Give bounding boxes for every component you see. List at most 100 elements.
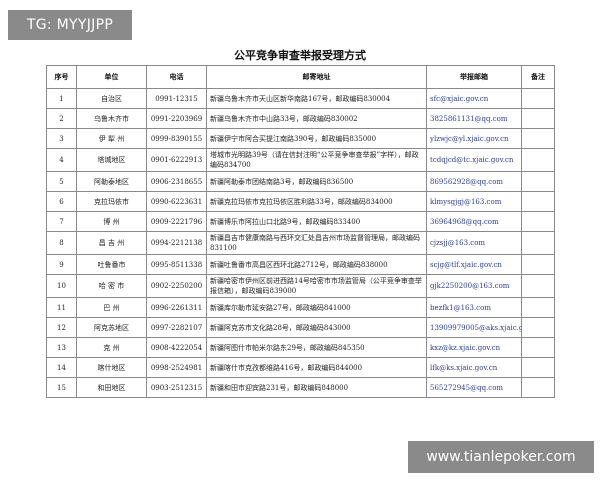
table-row: 8 昌 吉 州 0994-2212138 新疆昌吉市健康南路与西环交汇处昌吉州市… bbox=[46, 231, 555, 255]
row-address: 新疆博乐市阿拉山口北路9号，邮政编码833400 bbox=[206, 211, 427, 232]
row-unit: 博 州 bbox=[76, 211, 147, 232]
row-phone: 0991-2203969 bbox=[146, 108, 207, 129]
row-address: 新疆喀什市克孜都维路416号，邮政编码844000 bbox=[206, 357, 427, 378]
row-unit: 阿勒泰地区 bbox=[76, 171, 147, 192]
row-unit: 昌 吉 州 bbox=[76, 231, 147, 255]
row-unit: 克 州 bbox=[76, 337, 147, 358]
row-phone: 0997-2282107 bbox=[146, 317, 207, 338]
row-note bbox=[521, 211, 555, 232]
header-no: 序号 bbox=[46, 65, 77, 89]
row-no: 8 bbox=[46, 231, 77, 255]
row-address: 新疆乌鲁木齐市天山区新华南路167号，邮政编码830004 bbox=[206, 88, 427, 109]
row-note bbox=[521, 317, 555, 338]
row-email-link[interactable]: 869562928@qq.com bbox=[426, 171, 522, 192]
row-note bbox=[521, 128, 555, 149]
row-phone: 0908-4222054 bbox=[146, 337, 207, 358]
row-email-link[interactable]: 565272945@qq.com bbox=[426, 377, 522, 398]
row-unit: 吐鲁番市 bbox=[76, 254, 147, 275]
row-no: 6 bbox=[46, 191, 77, 212]
row-phone: 0909-2221796 bbox=[146, 211, 207, 232]
row-address: 新疆阿勒泰市团结南路3号，邮政编码836500 bbox=[206, 171, 427, 192]
row-note bbox=[521, 191, 555, 212]
header-unit: 单位 bbox=[76, 65, 147, 89]
row-no: 7 bbox=[46, 211, 77, 232]
row-email-link[interactable]: 13909979005@aks.xjaic.gov.cn bbox=[426, 317, 522, 338]
row-address: 新疆吐鲁番市高昌区西环北路2712号，邮政编码838000 bbox=[206, 254, 427, 275]
table-row: 14 喀什地区 0998-2524981 新疆喀什市克孜都维路416号，邮政编码… bbox=[46, 357, 555, 378]
row-unit: 哈 密 市 bbox=[76, 274, 147, 298]
row-email-link[interactable]: 36964968@qq.com bbox=[426, 211, 522, 232]
table-row: 3 伊 犁 州 0999-8390155 新疆伊宁市阿合买提江南路390号，邮政… bbox=[46, 128, 555, 149]
row-no: 2 bbox=[46, 108, 77, 129]
row-phone: 0903-2512315 bbox=[146, 377, 207, 398]
row-phone: 0995-8511338 bbox=[146, 254, 207, 275]
row-address: 新疆克拉玛依市克拉玛依区胜利路33号，邮政编码834000 bbox=[206, 191, 427, 212]
row-no: 10 bbox=[46, 274, 77, 298]
row-unit: 克拉玛依市 bbox=[76, 191, 147, 212]
row-email-link[interactable]: cjzsjj@163.com bbox=[426, 231, 522, 255]
row-no: 4 bbox=[46, 148, 77, 172]
table-header-row: 序号 单位 电话 邮寄地址 举报邮箱 备注 bbox=[46, 65, 555, 89]
row-email-link[interactable]: kxz@kz.xjaic.gov.cn bbox=[426, 337, 522, 358]
row-note bbox=[521, 148, 555, 172]
row-no: 14 bbox=[46, 357, 77, 378]
table-row: 15 和田地区 0903-2512315 新疆和田市迎宾路231号，邮政编码84… bbox=[46, 377, 555, 398]
row-phone: 0999-8390155 bbox=[146, 128, 207, 149]
row-phone: 0996-2261311 bbox=[146, 297, 207, 318]
row-unit: 乌鲁木齐市 bbox=[76, 108, 147, 129]
row-address: 新疆昌吉市健康南路与西环交汇处昌吉州市场监督管理局，邮政编码831100 bbox=[206, 231, 427, 255]
row-email-link[interactable]: tcdqjcd@tc.xjaic.gov.cn bbox=[426, 148, 522, 172]
row-address: 新疆库尔勒市延安路27号，邮政编码841000 bbox=[206, 297, 427, 318]
row-no: 11 bbox=[46, 297, 77, 318]
row-no: 3 bbox=[46, 128, 77, 149]
row-address: 塔城市光明路39号（请在信封注明“公平竞争审查举报”字样），邮政编码834700 bbox=[206, 148, 427, 172]
row-note bbox=[521, 297, 555, 318]
row-unit: 巴 州 bbox=[76, 297, 147, 318]
row-no: 15 bbox=[46, 377, 77, 398]
row-note bbox=[521, 357, 555, 378]
row-note bbox=[521, 108, 555, 129]
row-no: 13 bbox=[46, 337, 77, 358]
table-row: 9 吐鲁番市 0995-8511338 新疆吐鲁番市高昌区西环北路2712号，邮… bbox=[46, 254, 555, 275]
complaint-table: 序号 单位 电话 邮寄地址 举报邮箱 备注 1 自治区 0991-12315 新… bbox=[46, 65, 555, 398]
table-row: 11 巴 州 0996-2261311 新疆库尔勒市延安路27号，邮政编码841… bbox=[46, 297, 555, 318]
row-address: 新疆哈密市伊州区前进西路14号哈密市市场监管局（公平竞争审查举报信箱），邮政编码… bbox=[206, 274, 427, 298]
row-address: 新疆阿克苏市文化路28号，邮政编码843000 bbox=[206, 317, 427, 338]
row-email-link[interactable]: bezfk1@163.com bbox=[426, 297, 522, 318]
row-email-link[interactable]: ylzwjc@yl.xjaic.gov.cn bbox=[426, 128, 522, 149]
header-email: 举报邮箱 bbox=[426, 65, 522, 89]
row-unit: 和田地区 bbox=[76, 377, 147, 398]
row-address: 新疆阿图什市帕米尔路东29号，邮政编码845350 bbox=[206, 337, 427, 358]
table-row: 4 塔城地区 0901-6222913 塔城市光明路39号（请在信封注明“公平竞… bbox=[46, 148, 555, 172]
row-email-link[interactable]: 3825861131@qq.com bbox=[426, 108, 522, 129]
row-email-link[interactable]: scjg@tlf.xjaic.gov.cn bbox=[426, 254, 522, 275]
header-phone: 电话 bbox=[146, 65, 207, 89]
table-row: 10 哈 密 市 0902-2250200 新疆哈密市伊州区前进西路14号哈密市… bbox=[46, 274, 555, 298]
row-note bbox=[521, 377, 555, 398]
table-row: 7 博 州 0909-2221796 新疆博乐市阿拉山口北路9号，邮政编码833… bbox=[46, 211, 555, 232]
header-note: 备注 bbox=[521, 65, 555, 89]
watermark-overlay: www.tianlepoker.com bbox=[408, 441, 594, 473]
table-row: 12 阿克苏地区 0997-2282107 新疆阿克苏市文化路28号，邮政编码8… bbox=[46, 317, 555, 338]
row-email-link[interactable]: sfc@xjaic.gov.cn bbox=[426, 88, 522, 109]
row-address: 新疆乌鲁木齐市中山路33号，邮政编码830002 bbox=[206, 108, 427, 129]
row-unit: 塔城地区 bbox=[76, 148, 147, 172]
row-no: 1 bbox=[46, 88, 77, 109]
row-email-link[interactable]: gjk2250200@163.com bbox=[426, 274, 522, 298]
row-phone: 0906-2318655 bbox=[146, 171, 207, 192]
row-email-link[interactable]: lfk@ks.xjaic.gov.cn bbox=[426, 357, 522, 378]
row-unit: 伊 犁 州 bbox=[76, 128, 147, 149]
document-title: 公平竞争审查举报受理方式 bbox=[234, 49, 366, 62]
row-note bbox=[521, 231, 555, 255]
row-no: 12 bbox=[46, 317, 77, 338]
table-row: 6 克拉玛依市 0990-6223631 新疆克拉玛依市克拉玛依区胜利路33号，… bbox=[46, 191, 555, 212]
row-phone: 0994-2212138 bbox=[146, 231, 207, 255]
row-unit: 阿克苏地区 bbox=[76, 317, 147, 338]
row-phone: 0991-12315 bbox=[146, 88, 207, 109]
table-row: 2 乌鲁木齐市 0991-2203969 新疆乌鲁木齐市中山路33号，邮政编码8… bbox=[46, 108, 555, 129]
row-no: 9 bbox=[46, 254, 77, 275]
row-address: 新疆和田市迎宾路231号，邮政编码848000 bbox=[206, 377, 427, 398]
row-email-link[interactable]: klmysgjgj@163.com bbox=[426, 191, 522, 212]
row-phone: 0990-6223631 bbox=[146, 191, 207, 212]
row-unit: 自治区 bbox=[76, 88, 147, 109]
